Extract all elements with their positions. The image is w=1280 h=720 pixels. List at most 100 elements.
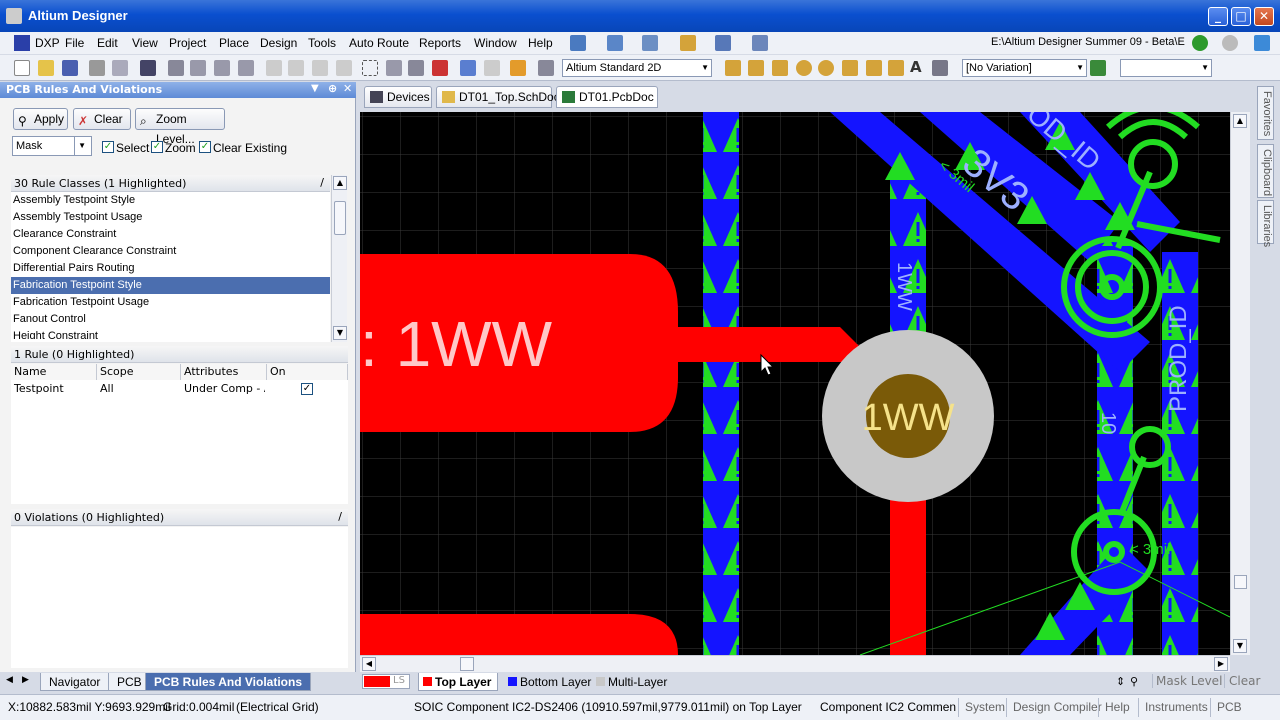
filter-mode-select[interactable]: Mask ▼ [12, 136, 92, 156]
arc-icon[interactable] [842, 60, 858, 76]
text-icon[interactable]: A [910, 58, 926, 76]
top-layer-pad[interactable] [360, 614, 678, 655]
list-item[interactable]: Fanout Control [11, 311, 330, 328]
panel-menu-icon[interactable]: ▼ [311, 83, 319, 94]
list-item[interactable]: Clearance Constraint [11, 226, 330, 243]
tab-favorites[interactable]: Favorites [1257, 86, 1274, 140]
list-item[interactable]: Component Clearance Constraint [11, 243, 330, 260]
polygon-icon[interactable] [888, 60, 904, 76]
zoom-fit-icon[interactable] [168, 60, 184, 76]
tab-next-icon[interactable]: ▶ [22, 675, 29, 685]
tab-bottom-layer[interactable]: Bottom Layer [504, 673, 591, 691]
scroll-down-icon[interactable]: ▼ [1233, 639, 1247, 653]
sort-icon[interactable]: / [338, 510, 342, 523]
snap-icon[interactable]: ⇕ [1116, 675, 1125, 688]
menu-window[interactable]: Window [474, 36, 517, 50]
home-icon[interactable] [1254, 35, 1270, 51]
tab-clipboard[interactable]: Clipboard [1257, 144, 1274, 198]
tab-pcb-rules-violations[interactable]: PCB Rules And Violations [145, 673, 312, 691]
menu-help[interactable]: Help [528, 36, 553, 50]
pin-icon[interactable]: ⊕ [328, 82, 337, 95]
deselect-icon[interactable] [408, 60, 424, 76]
tab-devices[interactable]: Devices [364, 86, 432, 108]
menu-tools[interactable]: Tools [308, 36, 336, 50]
align-icon[interactable] [607, 35, 623, 51]
tab-prev-icon[interactable]: ◀ [6, 675, 13, 685]
tab-schematic[interactable]: DT01_Top.SchDoc [436, 86, 560, 108]
menu-auto-route[interactable]: Auto Route [349, 36, 409, 50]
variant-icon[interactable] [1090, 60, 1106, 76]
list-item-selected[interactable]: Fabrication Testpoint Style [11, 277, 330, 294]
tab-libraries[interactable]: Libraries [1257, 200, 1274, 247]
menu-reports[interactable]: Reports [419, 36, 461, 50]
menu-dxp[interactable]: DXP [35, 36, 60, 50]
menu-place[interactable]: Place [219, 36, 249, 50]
browse-icon[interactable] [538, 60, 554, 76]
layer-set-swatch[interactable]: LS [362, 674, 410, 689]
tab-pcb[interactable]: DT01.PcbDoc * [556, 86, 658, 124]
copy-icon[interactable] [288, 60, 304, 76]
zoom-selected-icon[interactable] [214, 60, 230, 76]
interactive-route-icon[interactable] [748, 60, 764, 76]
zoom-filtered-icon[interactable] [238, 60, 254, 76]
menu-project[interactable]: Project [169, 36, 206, 50]
component-icon[interactable] [932, 60, 948, 76]
menu-edit[interactable]: Edit [97, 36, 118, 50]
rule-attributes-cell[interactable]: Under Comp - All [181, 381, 265, 397]
apply-button[interactable]: ⚲ Apply [13, 108, 68, 130]
close-button[interactable]: ✕ [1254, 7, 1274, 26]
mask-filter-icon[interactable]: ⚲ [1130, 675, 1138, 688]
maximize-button[interactable]: □ [1231, 7, 1251, 26]
print-icon[interactable] [89, 60, 105, 76]
panel-close-icon[interactable]: ✕ [343, 82, 352, 95]
column-attributes[interactable]: Attributes [181, 364, 267, 380]
scroll-down-icon[interactable]: ▼ [333, 326, 347, 340]
list-item[interactable]: Differential Pairs Routing [11, 260, 330, 277]
grid-icon[interactable] [752, 35, 768, 51]
view-mode-select[interactable]: Altium Standard 2D ▼ [562, 59, 712, 77]
select-checkbox[interactable]: ✓ [102, 141, 114, 153]
rule-scope-cell[interactable]: All [97, 381, 181, 397]
print-preview-icon[interactable] [112, 60, 128, 76]
design-compiler-button[interactable]: Design Compiler [1006, 698, 1102, 717]
undo-icon[interactable] [460, 60, 476, 76]
rule-on-checkbox[interactable]: ✓ [301, 383, 313, 395]
rubber-stamp-icon[interactable] [336, 60, 352, 76]
blank-select[interactable]: ▼ [1120, 59, 1212, 77]
column-name[interactable]: Name [11, 364, 97, 380]
mask-level-button[interactable]: Mask Level [1152, 674, 1222, 688]
via-icon[interactable] [796, 60, 812, 76]
forward-icon[interactable] [1222, 35, 1238, 51]
clear-mask-button[interactable]: Clear [1224, 674, 1260, 688]
clear-button[interactable]: ✗ Clear [73, 108, 131, 130]
paste-icon[interactable] [312, 60, 328, 76]
column-scope[interactable]: Scope [97, 364, 181, 380]
clear-existing-checkbox[interactable]: ✓ [199, 141, 211, 153]
pcb-button[interactable]: PCB [1210, 698, 1242, 717]
menu-file[interactable]: File [65, 36, 84, 50]
scroll-thumb[interactable] [1234, 575, 1247, 589]
system-button[interactable]: System [958, 698, 1005, 717]
scroll-left-icon[interactable]: ◀ [362, 657, 376, 671]
open-icon[interactable] [38, 60, 54, 76]
select-area-icon[interactable] [362, 60, 378, 76]
layers-icon[interactable] [140, 60, 156, 76]
list-item[interactable]: Assembly Testpoint Usage [11, 209, 330, 226]
column-on[interactable]: On [267, 364, 348, 380]
save-icon[interactable] [62, 60, 78, 76]
top-layer-trace[interactable] [678, 327, 865, 362]
place-icon[interactable] [680, 35, 696, 51]
variation-select[interactable]: [No Variation] ▼ [962, 59, 1087, 77]
help-button[interactable]: Help [1098, 698, 1130, 717]
scroll-right-icon[interactable]: ▶ [1214, 657, 1228, 671]
new-icon[interactable] [14, 60, 30, 76]
wiring-icon[interactable] [570, 35, 586, 51]
route-icon[interactable] [725, 60, 741, 76]
rule-classes-scrollbar[interactable]: ▲ ▼ [331, 175, 347, 342]
canvas-vertical-scrollbar[interactable]: ▲ ▼ [1230, 112, 1250, 655]
document-path-field[interactable]: E:\Altium Designer Summer 09 - Beta\E [988, 34, 1188, 52]
clear-icon[interactable] [432, 60, 448, 76]
select-icon[interactable] [642, 35, 658, 51]
list-item[interactable]: Fabrication Testpoint Usage [11, 294, 330, 311]
tab-top-layer[interactable]: Top Layer [418, 673, 499, 691]
